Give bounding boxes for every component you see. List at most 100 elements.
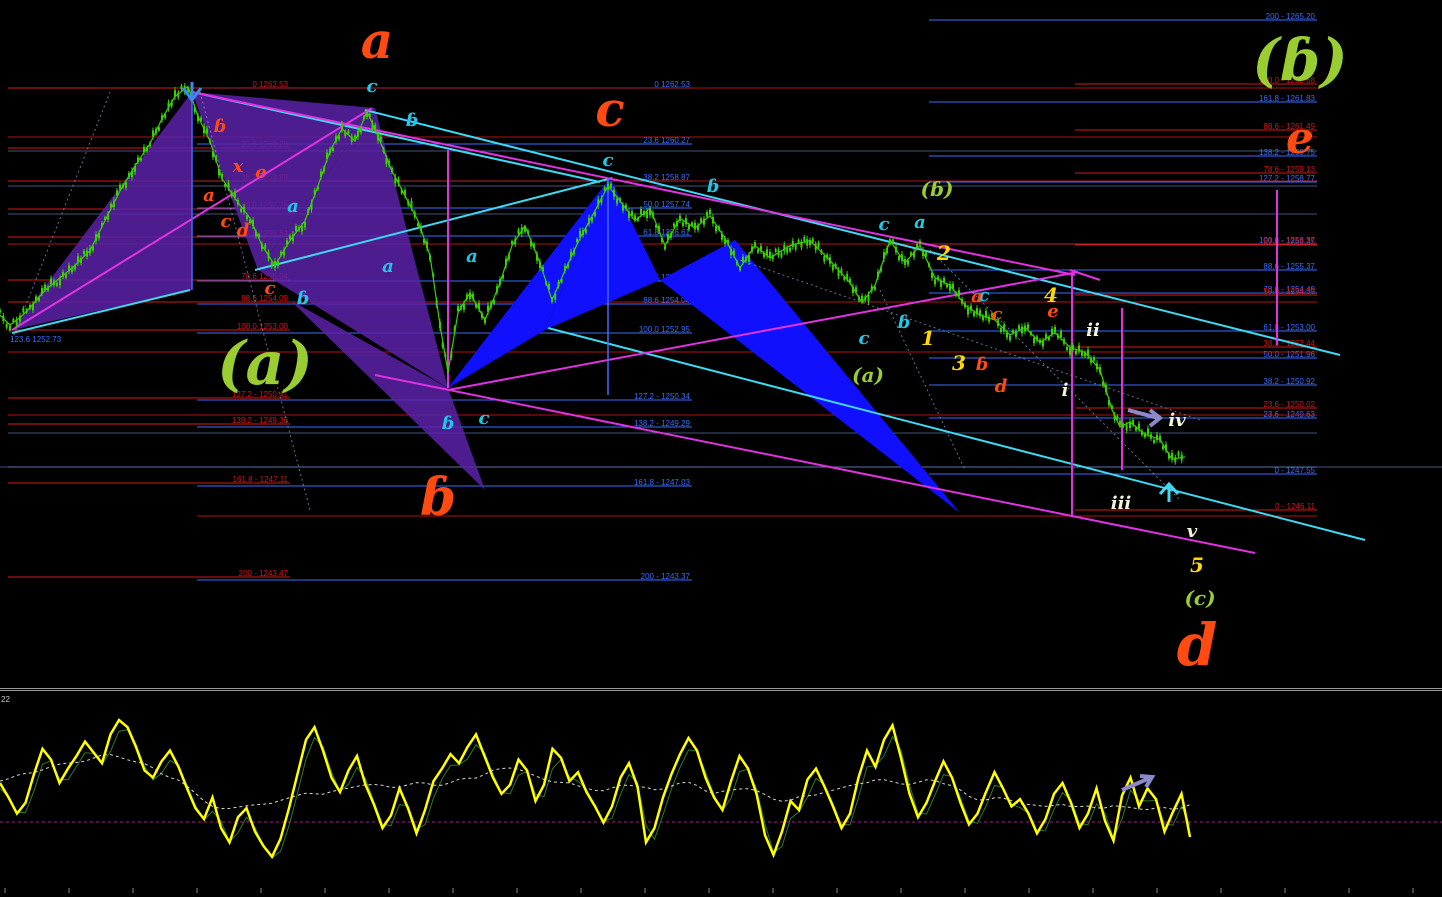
wave-label: (ɓ) [921, 177, 954, 201]
fib-level-label: 88.6 - 1255.37 [1263, 262, 1315, 271]
wave-label: d [995, 376, 1008, 397]
fib-level-label: 138.2 - 1249.29 [634, 419, 691, 428]
price-candle-body [332, 148, 334, 152]
price-candle-body [304, 221, 306, 228]
wave-label: c [992, 304, 1003, 325]
price-candle-body [806, 239, 809, 246]
wave-label: 5 [1190, 553, 1204, 577]
price-candle-body [640, 208, 642, 215]
wave-label: ɓ [420, 467, 456, 528]
wave-label: a [287, 196, 299, 217]
wave-label: a [382, 256, 394, 277]
price-candle-body [1075, 350, 1077, 355]
price-candle-body [9, 325, 11, 331]
wave-label: d [1177, 611, 1218, 679]
price-candle-body [673, 223, 675, 227]
wave-label: iii [1111, 493, 1132, 514]
fib-level-label: 200 - 1265.20 [1266, 12, 1316, 21]
wave-label: ɓ [707, 176, 720, 197]
oscillator-panel: 22 [0, 690, 1442, 893]
price-candle-body [517, 229, 520, 234]
wave-label: c [221, 211, 232, 232]
fib-level-label: 100.0 1252.95 [639, 325, 691, 334]
price-candle-body [59, 278, 61, 286]
price-candle-body [973, 312, 975, 316]
price-candle-body [1156, 434, 1158, 441]
wave-label: e [255, 162, 266, 183]
oscillator-panel-label: 22 [1, 695, 10, 704]
wave-label: ɓ [297, 288, 310, 309]
fib-level-label: 200 - 1243.47 [239, 569, 289, 578]
price-candle-body [898, 255, 900, 260]
wave-label: a [466, 246, 478, 267]
price-candle-body [817, 242, 820, 248]
price-candle-body [709, 209, 711, 214]
price-candle-body [1125, 424, 1128, 431]
price-candle-body [757, 249, 759, 253]
wave-label: e [1286, 113, 1314, 164]
price-candle-body [786, 247, 789, 253]
price-candle-body [682, 222, 684, 226]
price-candle-body [0, 309, 1, 313]
harmonic-pattern-triangle [12, 92, 192, 330]
price-candle-body [616, 198, 618, 204]
wave-label: ɓ [406, 110, 419, 131]
price-candle-body [919, 240, 921, 245]
price-candle-body [967, 307, 969, 315]
oscillator-chart [0, 718, 1442, 893]
price-candle-body [811, 238, 814, 243]
price-candle-body [347, 130, 350, 134]
price-candle-body [706, 211, 708, 217]
price-candle-body [700, 218, 702, 222]
price-candle-body [1069, 348, 1071, 355]
price-candle-body [585, 229, 587, 233]
price-candle-body [1147, 428, 1149, 435]
fib-level-label: 61.8 1256.61 [643, 228, 690, 237]
fib-level-label: 50.0 - 1254.39 [1263, 287, 1315, 296]
wave-label: 3 [952, 351, 966, 375]
fib-level-label: 38.2 - 1250.92 [1263, 377, 1315, 386]
price-chart: 0 1262.5323.6 1260.2838.2 1258.8950.0 12… [0, 11, 1442, 679]
price-candle-body [610, 183, 612, 188]
price-candle-body [892, 239, 894, 243]
price-candle-body [270, 262, 273, 267]
wave-label: ɓ [214, 116, 227, 137]
price-candle-body [1153, 439, 1155, 443]
wave-label: c [595, 82, 624, 138]
wave-label: 4 [1044, 283, 1058, 307]
price-candle-body [158, 127, 160, 131]
fib-level-label: 78.6 - 1259.13 [1263, 165, 1315, 174]
wave-label: i [1062, 380, 1069, 401]
wave-label: a [914, 212, 926, 233]
price-candle-body [1060, 331, 1062, 338]
price-candle-body [576, 239, 578, 243]
fib-level-label: 200 - 1243.37 [641, 572, 691, 581]
wave-label: 1 [921, 326, 935, 350]
price-candle-body [823, 256, 826, 262]
oscillator-average-line [0, 754, 1191, 811]
wave-label: (ɓ) [1252, 26, 1347, 94]
price-candle-body [5, 323, 8, 328]
price-candle-body [646, 211, 648, 218]
price-candle-body [780, 252, 783, 257]
price-candle-body [774, 248, 777, 252]
wave-label: ɓ [898, 312, 911, 333]
wave-label: ii [1086, 320, 1100, 341]
price-candle-body [715, 226, 717, 232]
wave-label: (a) [217, 329, 313, 399]
fib-level-label: 61.8 - 1253.00 [1263, 323, 1315, 332]
fib-level-label: 0 - 1246.11 [1275, 502, 1315, 511]
price-candle-body [65, 274, 67, 278]
wave-label: a [361, 11, 393, 70]
fib-level-label: 61.8 - 1256.35 [1263, 237, 1315, 246]
price-candle-body [794, 244, 797, 250]
wave-label: c [265, 278, 276, 299]
price-candle-body [803, 236, 806, 241]
wave-label: ɓ [976, 354, 989, 375]
wave-label: c [603, 150, 614, 171]
fib-level-label: 127.2 - 1258.77 [1259, 174, 1316, 183]
price-candle-body [83, 250, 85, 255]
wave-label: a [971, 286, 983, 307]
wave-label: ɓ [442, 413, 455, 434]
price-candle-body [119, 184, 121, 190]
